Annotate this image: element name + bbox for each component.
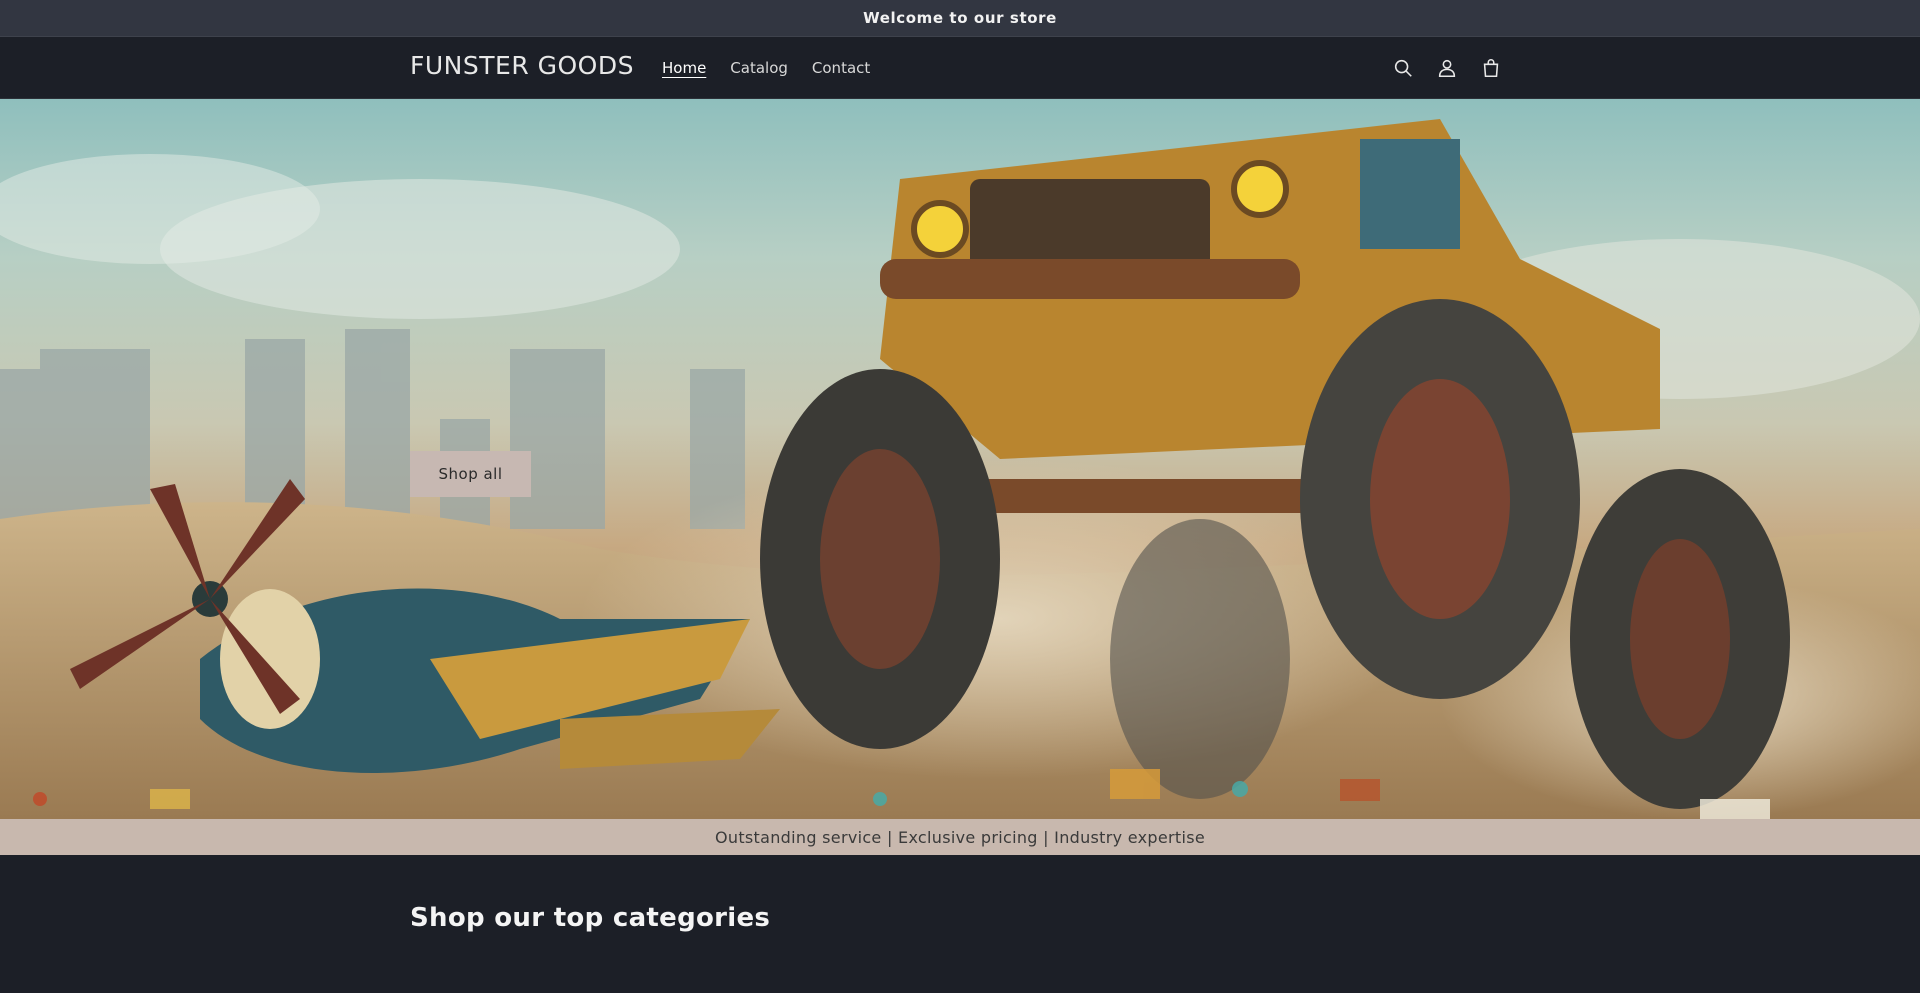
cart-button[interactable] <box>1478 53 1504 83</box>
hero-banner: Shop all <box>0 99 1920 819</box>
nav-catalog[interactable]: Catalog <box>730 59 788 77</box>
announcement-text: Welcome to our store <box>863 9 1057 27</box>
announcement-bar: Welcome to our store <box>0 0 1920 37</box>
tagline-bar: Outstanding service | Exclusive pricing … <box>0 819 1920 855</box>
shop-all-button[interactable]: Shop all <box>410 451 531 497</box>
nav-home[interactable]: Home <box>662 59 706 77</box>
account-icon <box>1438 59 1456 78</box>
main-nav: Home Catalog Contact <box>662 59 870 77</box>
account-button[interactable] <box>1434 53 1460 83</box>
search-icon <box>1394 59 1412 77</box>
categories-heading: Shop our top categories <box>410 903 771 933</box>
search-button[interactable] <box>1390 53 1416 83</box>
header-icons <box>1390 53 1504 83</box>
cart-icon <box>1483 59 1499 78</box>
tagline-text: Outstanding service | Exclusive pricing … <box>715 827 1205 847</box>
site-header: FUNSTER GOODS Home Catalog Contact <box>0 37 1920 99</box>
nav-contact[interactable]: Contact <box>812 59 870 77</box>
hero-image <box>0 119 1920 819</box>
toy-truck <box>760 119 1790 809</box>
store-logo[interactable]: FUNSTER GOODS <box>410 51 634 80</box>
